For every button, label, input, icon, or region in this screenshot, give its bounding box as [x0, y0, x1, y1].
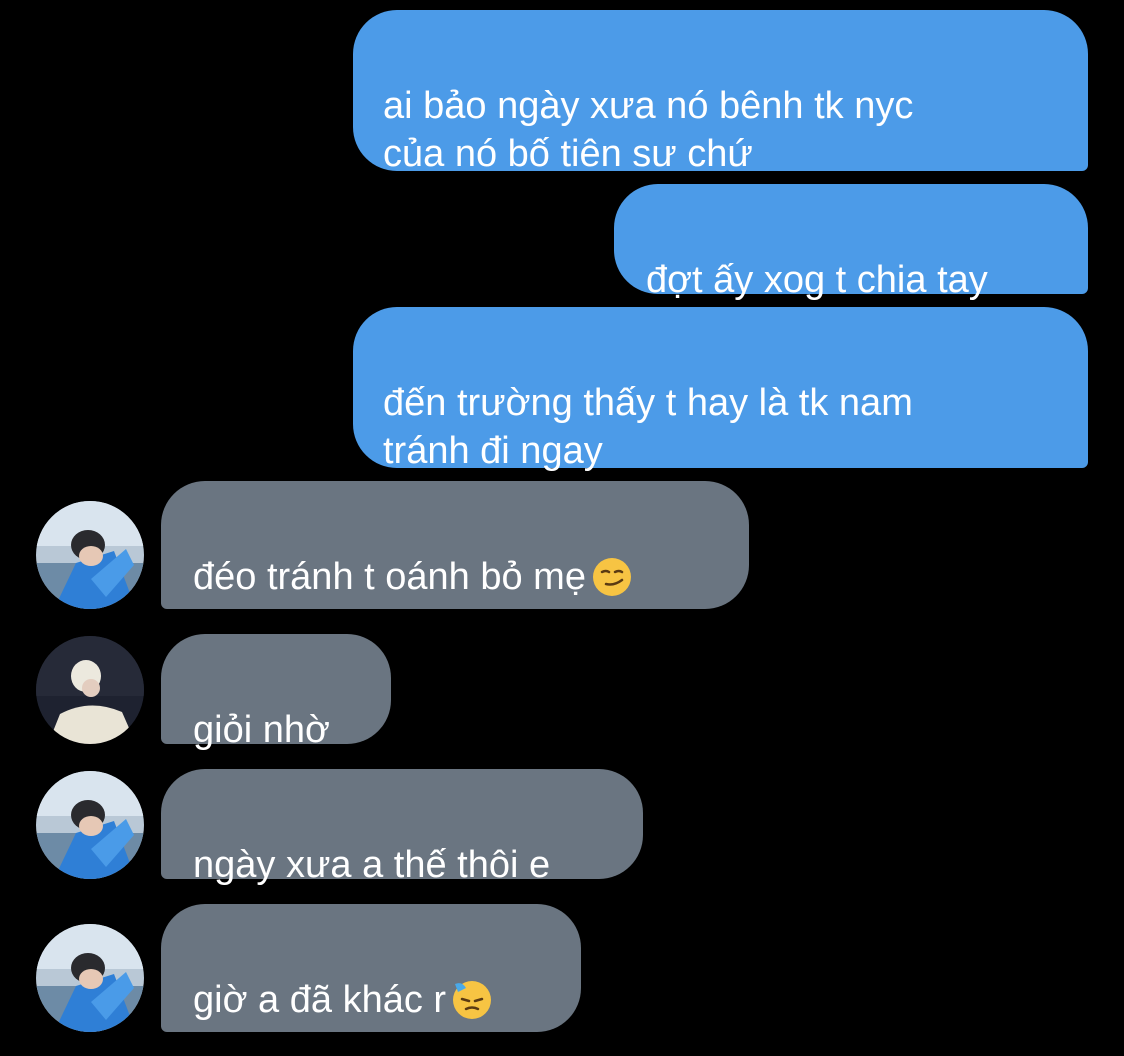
sent-message-1[interactable]: ai bảo ngày xưa nó bênh tk nyc của nó bố…: [353, 10, 1088, 175]
message-text: đéo tránh t oánh bỏ mẹ: [193, 556, 586, 598]
received-message-3[interactable]: ngày xưa a thế thôi e: [161, 769, 643, 886]
avatar[interactable]: [36, 924, 144, 1032]
smirking-face-icon: [592, 557, 632, 609]
received-message-4[interactable]: giờ a đã khác r: [161, 904, 581, 1032]
downcast-face-with-sweat-icon: [452, 980, 492, 1032]
received-message-1[interactable]: đéo tránh t oánh bỏ mẹ: [161, 481, 749, 609]
message-text: ai bảo ngày xưa nó bênh tk nyc của nó bố…: [383, 85, 914, 175]
message-text: đợt ấy xog t chia tay: [646, 259, 988, 301]
message-text: giờ a đã khác r: [193, 979, 447, 1021]
sent-message-2[interactable]: đợt ấy xog t chia tay: [614, 184, 1088, 301]
message-text: đến trường thấy t hay là tk nam tránh đi…: [383, 382, 913, 472]
avatar[interactable]: [36, 501, 144, 609]
message-text: giỏi nhờ: [193, 709, 330, 751]
sent-message-3[interactable]: đến trường thấy t hay là tk nam tránh đi…: [353, 307, 1088, 472]
received-message-2[interactable]: giỏi nhờ: [161, 634, 391, 751]
avatar[interactable]: [36, 771, 144, 879]
avatar[interactable]: [36, 636, 144, 744]
message-text: ngày xưa a thế thôi e: [193, 844, 551, 886]
